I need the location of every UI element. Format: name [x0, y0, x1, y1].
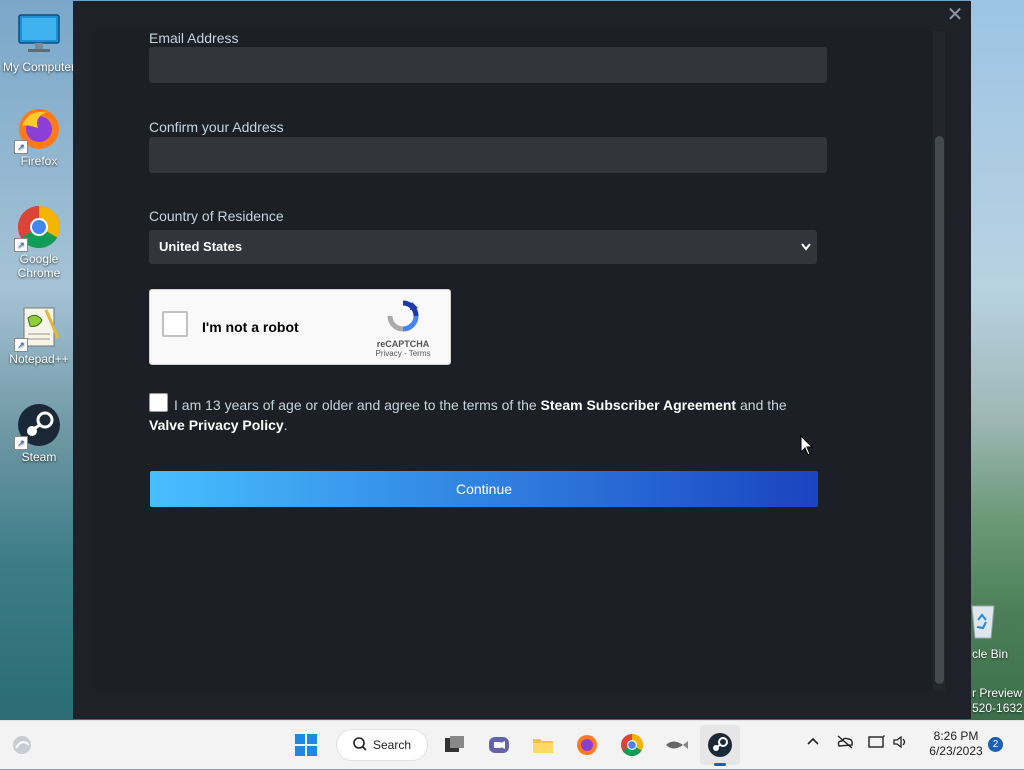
chrome-taskbar-icon[interactable]: [616, 729, 648, 761]
steam-icon: ↗: [14, 402, 62, 450]
onedrive-offline-icon[interactable]: [836, 735, 854, 752]
volume-icon[interactable]: [892, 735, 910, 752]
shortcut-arrow-icon: ↗: [14, 338, 28, 352]
email-label: Email Address: [149, 30, 239, 46]
shortcut-arrow-icon: ↗: [14, 436, 28, 450]
country-select[interactable]: United States: [149, 230, 817, 264]
agreement-text-prefix: I am 13 years of age or older and agree …: [174, 397, 537, 413]
chevron-down-icon: [799, 230, 813, 264]
continue-button[interactable]: Continue: [150, 471, 818, 507]
task-view-icon[interactable]: [438, 729, 470, 761]
clock-date: 6/23/2023: [929, 744, 983, 758]
agreement-text-suffix: .: [283, 417, 288, 433]
system-clock[interactable]: 8:26 PM 6/23/2023: [916, 729, 996, 759]
start-icon[interactable]: [290, 729, 322, 761]
file-explorer-icon[interactable]: [527, 729, 559, 761]
notepad-plus-plus-icon: ↗: [14, 304, 62, 352]
network-icon[interactable]: [868, 735, 886, 752]
notification-badge[interactable]: 2: [988, 737, 1003, 752]
recycle-bin-icon[interactable]: [968, 600, 998, 640]
country-label: Country of Residence: [149, 208, 284, 224]
close-icon[interactable]: ✕: [945, 5, 965, 25]
recaptcha-logo: reCAPTCHA Privacy - Terms: [368, 300, 438, 358]
recaptcha-checkbox[interactable]: [162, 311, 188, 337]
desktop-icon-my-computer[interactable]: My Computer: [0, 12, 78, 74]
chevron-up-icon[interactable]: [806, 735, 820, 752]
desktop-icon-steam[interactable]: ↗ Steam: [0, 402, 78, 464]
subscriber-agreement-link[interactable]: Steam Subscriber Agreement: [541, 397, 737, 413]
desktop-icon-label: Google Chrome: [17, 252, 61, 280]
age-agreement: I am 13 years of age or older and agree …: [149, 393, 829, 435]
clock-time: 8:26 PM: [933, 729, 979, 743]
search-label: Search: [373, 738, 412, 752]
active-app-indicator: [714, 763, 726, 766]
desktop-icon-label: Firefox: [20, 154, 58, 168]
confirm-email-field[interactable]: [149, 137, 827, 173]
search-icon: [353, 730, 367, 770]
scrollbar-thumb[interactable]: [935, 136, 944, 684]
recaptcha-privacy-terms[interactable]: Privacy - Terms: [368, 349, 438, 358]
confirm-email-label: Confirm your Address: [149, 119, 284, 135]
desktop-icon-firefox[interactable]: ↗ Firefox: [0, 106, 78, 168]
agreement-checkbox[interactable]: [149, 393, 168, 412]
recaptcha-widget: I'm not a robot reCAPTCHA Privacy - Term…: [149, 289, 451, 365]
firefox-icon: ↗: [14, 106, 62, 154]
desktop-icon-label: My Computer: [2, 60, 76, 74]
watermark-line1: r Preview: [972, 686, 1023, 700]
privacy-policy-link[interactable]: Valve Privacy Policy: [149, 417, 284, 433]
country-select-value: United States: [159, 239, 243, 254]
email-field[interactable]: [149, 47, 827, 83]
taskbar-search[interactable]: Search: [336, 729, 428, 761]
fish-app-icon[interactable]: [660, 729, 692, 761]
shortcut-arrow-icon: ↗: [14, 140, 28, 154]
steam-taskbar-icon[interactable]: [704, 729, 736, 761]
chrome-icon: ↗: [14, 204, 62, 252]
desktop-icon-label: Steam: [21, 450, 57, 464]
recaptcha-icon: [387, 300, 419, 332]
desktop-icon-notepad-plus-plus[interactable]: ↗ Notepad++: [0, 304, 78, 366]
firefox-taskbar-icon[interactable]: [571, 729, 603, 761]
recaptcha-label: I'm not a robot: [202, 319, 299, 335]
recaptcha-brand: reCAPTCHA: [376, 339, 430, 349]
shortcut-arrow-icon: ↗: [14, 238, 28, 252]
desktop-icon-google-chrome[interactable]: ↗ Google Chrome: [0, 204, 78, 280]
agreement-text-middle: and the: [740, 397, 787, 413]
chat-icon[interactable]: [483, 729, 515, 761]
desktop-icon-label: Notepad++: [9, 352, 69, 366]
recycle-bin-label: cle Bin: [972, 647, 1009, 661]
widgets-icon[interactable]: [6, 729, 38, 761]
monitor-icon: [16, 12, 62, 58]
steam-signup-dialog: ✕ Email Address Confirm your Address Cou…: [73, 1, 971, 719]
watermark-line2: 520-1632: [972, 701, 1023, 715]
taskbar: Search 8:26 PM 6/23/2023 2: [0, 720, 1024, 769]
